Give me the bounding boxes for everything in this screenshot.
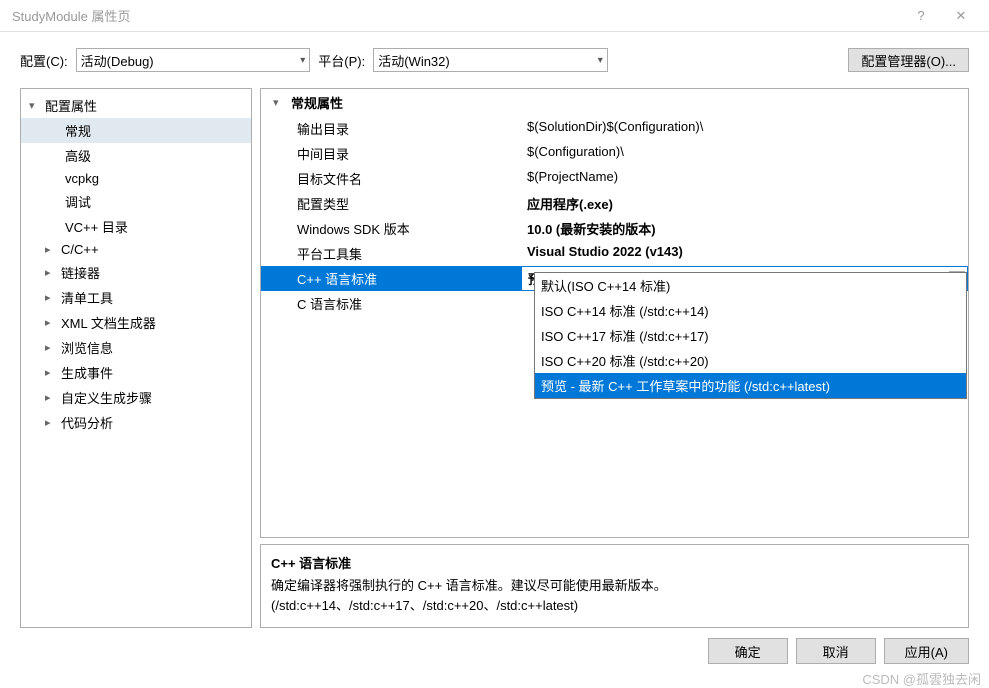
apply-button[interactable]: 应用(A): [884, 638, 969, 664]
tree-root-config[interactable]: 配置属性: [21, 93, 251, 118]
property-row[interactable]: 目标文件名$(ProjectName): [261, 166, 968, 191]
tree-item-browse[interactable]: 浏览信息: [21, 335, 251, 360]
property-row[interactable]: 输出目录$(SolutionDir)$(Configuration)\: [261, 116, 968, 141]
chevron-down-icon: ▾: [598, 55, 603, 66]
property-row[interactable]: Windows SDK 版本10.0 (最新安装的版本): [261, 216, 968, 241]
tree-arrow-right-icon: [45, 391, 57, 404]
close-button[interactable]: ✕: [941, 1, 981, 31]
tree-item-custombuild[interactable]: 自定义生成步骤: [21, 385, 251, 410]
tree-item-vcpkg[interactable]: vcpkg: [21, 168, 251, 189]
tree-panel: 配置属性 常规 高级 vcpkg 调试 VC++ 目录 C/C++ 链接器 清单…: [20, 88, 252, 628]
property-grid: 常规属性 输出目录$(SolutionDir)$(Configuration)\…: [260, 88, 969, 538]
tree-arrow-right-icon: [45, 291, 57, 304]
tree-arrow-right-icon: [45, 366, 57, 379]
config-label: 配置(C):: [20, 51, 68, 70]
tree-arrow-right-icon: [45, 243, 57, 256]
tree-item-debug[interactable]: 调试: [21, 189, 251, 214]
tree-item-vcdir[interactable]: VC++ 目录: [21, 214, 251, 239]
property-row[interactable]: 中间目录$(Configuration)\: [261, 141, 968, 166]
tree-arrow-right-icon: [45, 266, 57, 279]
config-bar: 配置(C): 活动(Debug) ▾ 平台(P): 活动(Win32) ▾ 配置…: [0, 32, 989, 88]
description-panel: C++ 语言标准 确定编译器将强制执行的 C++ 语言标准。建议尽可能使用最新版…: [260, 544, 969, 628]
watermark: CSDN @孤雲独去闲: [862, 669, 981, 688]
window-title: StudyModule 属性页: [8, 6, 901, 25]
dropdown-list: 默认(ISO C++14 标准) ISO C++14 标准 (/std:c++1…: [534, 272, 967, 399]
description-text: 确定编译器将强制执行的 C++ 语言标准。建议尽可能使用最新版本。(/std:c…: [271, 576, 958, 615]
help-button[interactable]: ?: [901, 1, 941, 31]
tree-item-general[interactable]: 常规: [21, 118, 251, 143]
dropdown-option[interactable]: ISO C++20 标准 (/std:c++20): [535, 348, 966, 373]
config-select[interactable]: 活动(Debug) ▾: [76, 48, 311, 72]
config-value: 活动(Debug): [81, 51, 154, 70]
dropdown-option-selected[interactable]: 预览 - 最新 C++ 工作草案中的功能 (/std:c++latest): [535, 373, 966, 398]
dropdown-option[interactable]: ISO C++14 标准 (/std:c++14): [535, 298, 966, 323]
description-title: C++ 语言标准: [271, 553, 958, 572]
tree-item-xmldoc[interactable]: XML 文档生成器: [21, 310, 251, 335]
dialog-buttons: 确定 取消 应用(A): [0, 628, 989, 674]
property-category-label: 常规属性: [291, 93, 343, 112]
tree-root-label: 配置属性: [45, 96, 97, 115]
tree-arrow-right-icon: [45, 341, 57, 354]
tree-arrow-right-icon: [45, 416, 57, 429]
tree-item-ccpp[interactable]: C/C++: [21, 239, 251, 260]
platform-select[interactable]: 活动(Win32) ▾: [373, 48, 608, 72]
tree-item-codeanalysis[interactable]: 代码分析: [21, 410, 251, 435]
chevron-down-icon: ▾: [300, 55, 305, 66]
title-bar: StudyModule 属性页 ? ✕: [0, 0, 989, 32]
tree-arrow-down-icon: [273, 96, 285, 109]
config-manager-button[interactable]: 配置管理器(O)...: [848, 48, 969, 72]
tree-item-manifest[interactable]: 清单工具: [21, 285, 251, 310]
property-row[interactable]: 配置类型应用程序(.exe): [261, 191, 968, 216]
tree-arrow-down-icon: [29, 99, 41, 112]
tree-item-buildevents[interactable]: 生成事件: [21, 360, 251, 385]
platform-value: 活动(Win32): [378, 51, 450, 70]
platform-label: 平台(P):: [318, 51, 365, 70]
tree-item-linker[interactable]: 链接器: [21, 260, 251, 285]
tree-item-advanced[interactable]: 高级: [21, 143, 251, 168]
property-row[interactable]: 平台工具集Visual Studio 2022 (v143): [261, 241, 968, 266]
dropdown-option[interactable]: ISO C++17 标准 (/std:c++17): [535, 323, 966, 348]
dropdown-option[interactable]: 默认(ISO C++14 标准): [535, 273, 966, 298]
tree-arrow-right-icon: [45, 316, 57, 329]
property-category-header[interactable]: 常规属性: [261, 89, 968, 116]
ok-button[interactable]: 确定: [708, 638, 788, 664]
cancel-button[interactable]: 取消: [796, 638, 876, 664]
